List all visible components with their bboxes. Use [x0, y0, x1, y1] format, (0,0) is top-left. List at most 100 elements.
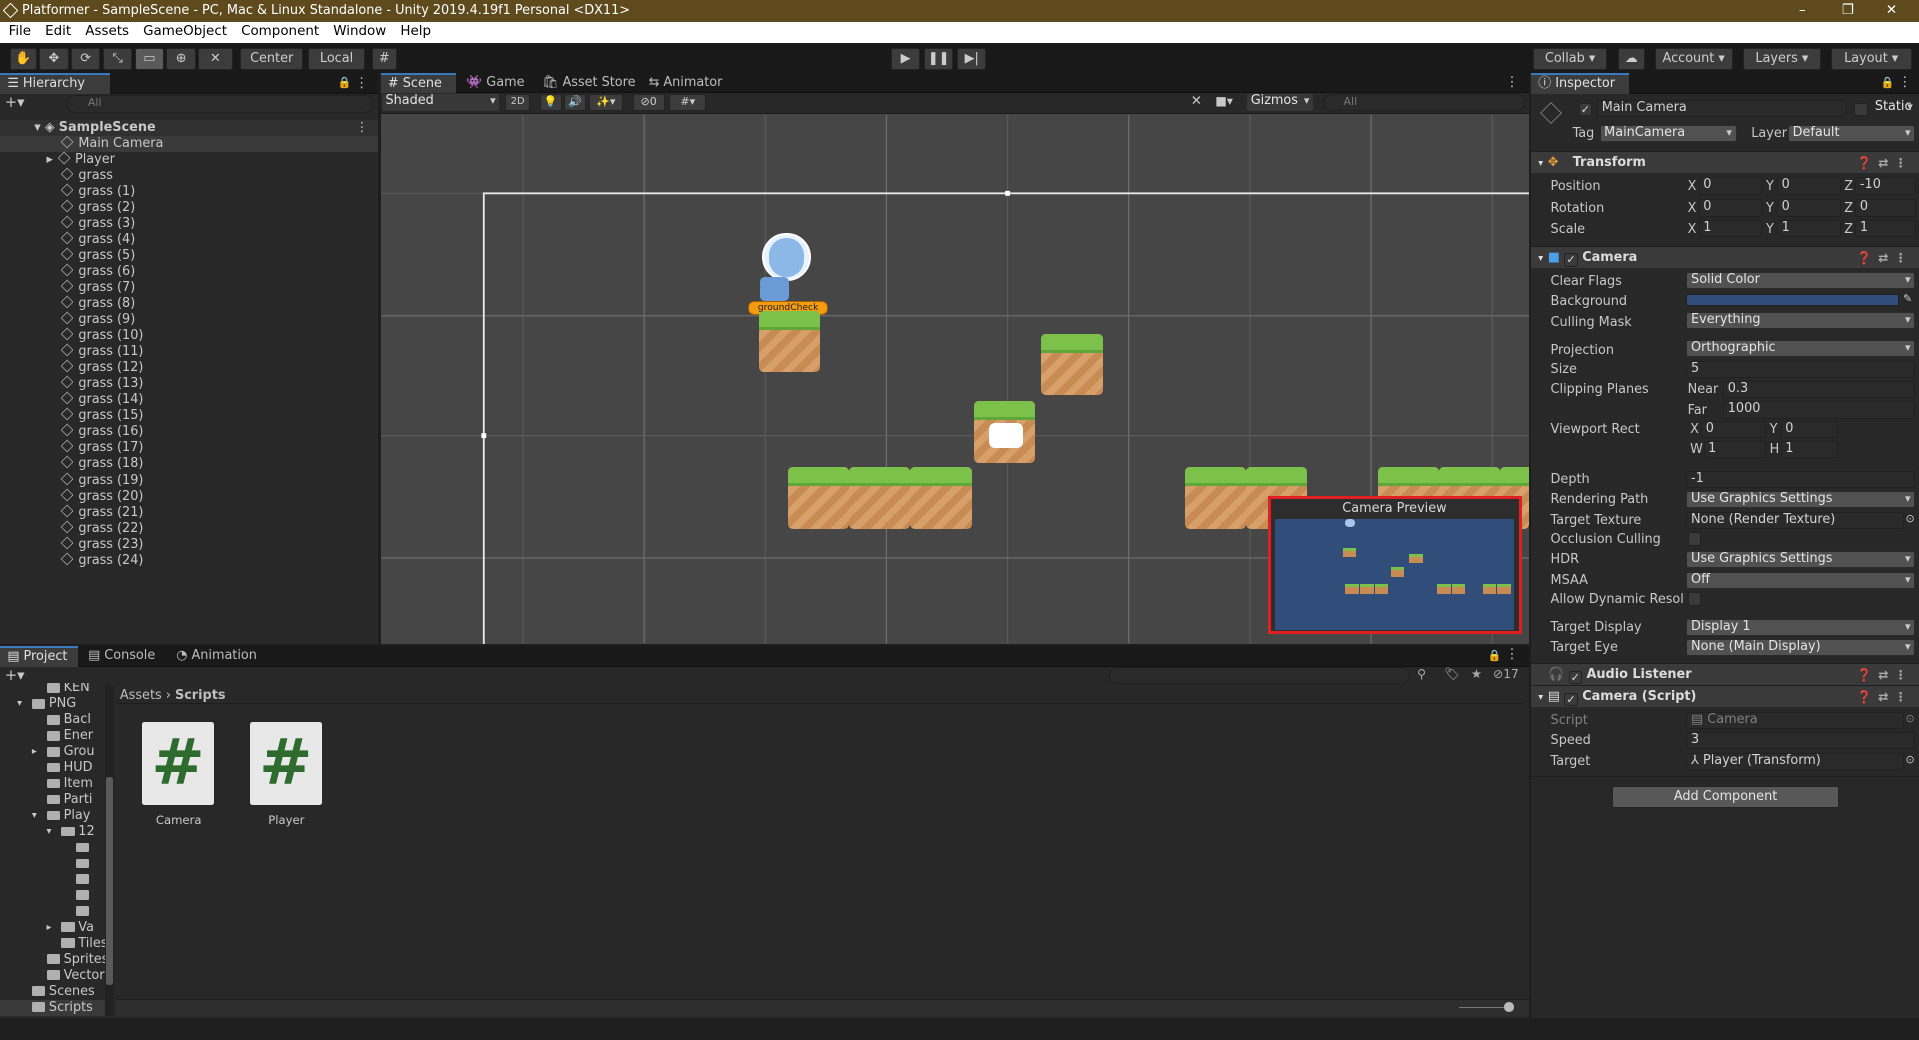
expand-arrow-icon[interactable]: ▾ — [47, 824, 52, 840]
camera-gizmo-icon[interactable] — [988, 423, 1024, 448]
tab-hierarchy[interactable]: ☰ Hierarchy — [0, 73, 111, 95]
scene-search[interactable]: All — [1322, 94, 1527, 112]
grass-tile[interactable] — [788, 467, 850, 529]
project-tree-item[interactable]: ▸ Grou — [32, 744, 95, 760]
maximize-button[interactable]: ❐ — [1842, 0, 1854, 22]
scale-y[interactable]: 1 — [1776, 220, 1841, 238]
menu-assets[interactable]: Assets — [85, 24, 129, 39]
hierarchy-item[interactable]: Main Camera — [0, 135, 379, 152]
rotation-x[interactable]: 0 — [1698, 199, 1763, 217]
camera-header[interactable]: ▾ ■ ✓ Camera ❓⇄⋮ — [1530, 245, 1919, 268]
lock-icon[interactable]: 🔒 — [1488, 649, 1502, 662]
hierarchy-item[interactable]: grass (2) — [0, 199, 378, 216]
layers-dropdown[interactable]: Layers ▾ — [1742, 47, 1821, 70]
projection-dropdown[interactable]: Orthographic — [1686, 340, 1916, 358]
lock-icon[interactable]: 🔒 — [338, 76, 352, 89]
scale-z[interactable]: 1 — [1855, 220, 1917, 238]
position-y[interactable]: 0 — [1776, 177, 1841, 195]
asset-player-script[interactable]: # — [249, 722, 323, 808]
minimize-button[interactable]: – — [1799, 0, 1806, 22]
audio-icon[interactable]: 🔊 — [564, 94, 587, 112]
tab-game[interactable]: 👾 Game — [459, 73, 532, 94]
tab-console[interactable]: ▤ Console — [81, 646, 163, 667]
menu-component[interactable]: Component — [241, 24, 319, 39]
custom-tool-icon[interactable]: ✕ — [198, 47, 233, 70]
viewport-y[interactable]: 0 — [1780, 420, 1839, 439]
tab-asset-store[interactable]: 🛍 Asset Store — [535, 73, 643, 94]
hierarchy-item[interactable]: grass (13) — [0, 375, 378, 392]
project-tree-item[interactable] — [75, 888, 93, 904]
target-display-dropdown[interactable]: Display 1 — [1686, 619, 1916, 637]
hierarchy-item[interactable]: grass (19) — [0, 472, 378, 489]
hierarchy-item[interactable]: grass (17) — [0, 440, 378, 456]
position-z[interactable]: -10 — [1855, 177, 1917, 195]
project-tree-item[interactable]: Scripts — [0, 999, 106, 1016]
hierarchy-item[interactable]: grass (14) — [0, 391, 378, 408]
camera-handle[interactable] — [480, 433, 486, 439]
scale-x[interactable]: 1 — [1698, 220, 1763, 238]
hierarchy-item[interactable]: grass (6) — [0, 263, 378, 280]
project-tree-item[interactable]: HUD — [46, 760, 93, 776]
object-picker-icon[interactable]: ⊙ — [1905, 512, 1914, 525]
project-tree-item[interactable]: Vector — [46, 968, 105, 984]
tab-animation[interactable]: ◔ Animation — [169, 646, 264, 667]
hierarchy-search[interactable]: All — [67, 95, 374, 113]
collab-button[interactable]: Collab ▾ — [1533, 47, 1607, 70]
filter-type-icon[interactable]: ⚲ — [1417, 667, 1426, 681]
hierarchy-item[interactable]: grass (18) — [0, 456, 378, 472]
hierarchy-item[interactable]: grass (12) — [0, 359, 378, 376]
project-tree-item[interactable]: ▾ 12 — [47, 824, 95, 840]
lighting-icon[interactable]: 💡 — [539, 94, 562, 112]
panel-menu-icon[interactable]: ⋮ — [1898, 75, 1911, 90]
hierarchy-item[interactable]: grass (22) — [0, 520, 378, 537]
project-tree-item[interactable] — [75, 840, 93, 856]
foldout-icon[interactable]: ▾ — [1538, 692, 1543, 703]
hierarchy-item[interactable]: grass (23) — [0, 536, 378, 553]
breadcrumb-assets[interactable]: Assets — [120, 688, 162, 703]
project-tree-item[interactable]: ▾ Play — [32, 808, 91, 824]
tab-animator[interactable]: ⇆ Animator — [641, 73, 729, 94]
transform-tool-icon[interactable]: ⊕ — [166, 47, 196, 70]
tab-inspector[interactable]: ⓘ Inspector — [1530, 73, 1629, 95]
hidden-objects-icon[interactable]: ⊘0 — [632, 94, 665, 112]
audio-listener-checkbox[interactable]: ✓ — [1568, 670, 1582, 685]
rendering-path-dropdown[interactable]: Use Graphics Settings — [1686, 490, 1916, 508]
transform-header[interactable]: ▾ ✥ Transform ❓⇄⋮ — [1530, 150, 1919, 174]
tab-project[interactable]: ▤ Project — [0, 646, 79, 667]
rotate-tool-icon[interactable]: ⟳ — [70, 47, 101, 70]
expand-arrow-icon[interactable]: ▸ — [32, 744, 37, 760]
hierarchy-item[interactable]: grass (5) — [0, 247, 378, 264]
static-dropdown[interactable]: Static — [1871, 100, 1916, 117]
grass-tile[interactable] — [1041, 334, 1103, 396]
eyedropper-icon[interactable]: ✎ — [1903, 292, 1912, 305]
pause-button[interactable]: ❚❚ — [923, 47, 954, 70]
pivot-center-button[interactable]: Center — [239, 47, 304, 70]
grass-tile[interactable] — [910, 467, 972, 529]
tab-scene[interactable]: # Scene — [380, 73, 457, 95]
gizmos-dropdown[interactable]: Gizmos — [1247, 94, 1314, 112]
target-texture-field[interactable]: None (Render Texture) — [1686, 511, 1905, 529]
component-icons[interactable]: ❓⇄⋮ — [1857, 152, 1913, 174]
grass-tile[interactable] — [758, 310, 820, 373]
size-field[interactable]: 5 — [1686, 361, 1916, 379]
project-tree-item[interactable]: Scenes — [31, 984, 95, 1000]
viewport-w[interactable]: 1 — [1703, 440, 1766, 458]
camera-script-checkbox[interactable]: ✓ — [1564, 692, 1578, 707]
shading-mode-dropdown[interactable]: Shaded — [381, 94, 500, 112]
tree-scrollbar[interactable] — [105, 685, 114, 1016]
viewport-x[interactable]: 0 — [1701, 420, 1766, 439]
scene-menu-icon[interactable]: ⋮ — [356, 120, 369, 136]
close-button[interactable]: ✕ — [1886, 0, 1897, 22]
expand-arrow-icon[interactable]: ▾ — [32, 808, 37, 824]
project-tree-item[interactable]: KEN — [46, 682, 90, 696]
object-name-field[interactable]: Main Camera — [1597, 100, 1847, 118]
project-tree-item[interactable] — [75, 904, 93, 920]
hierarchy-item[interactable]: grass (8) — [0, 295, 378, 312]
move-tool-icon[interactable]: ✥ — [39, 47, 69, 70]
menu-file[interactable]: File — [9, 24, 32, 39]
project-tree-item[interactable] — [75, 872, 93, 888]
2d-toggle[interactable]: 2D — [505, 94, 530, 112]
hierarchy-item[interactable]: grass (4) — [0, 231, 378, 248]
effects-icon[interactable]: ✨▾ — [588, 94, 623, 112]
hdr-dropdown[interactable]: Use Graphics Settings — [1686, 550, 1916, 568]
